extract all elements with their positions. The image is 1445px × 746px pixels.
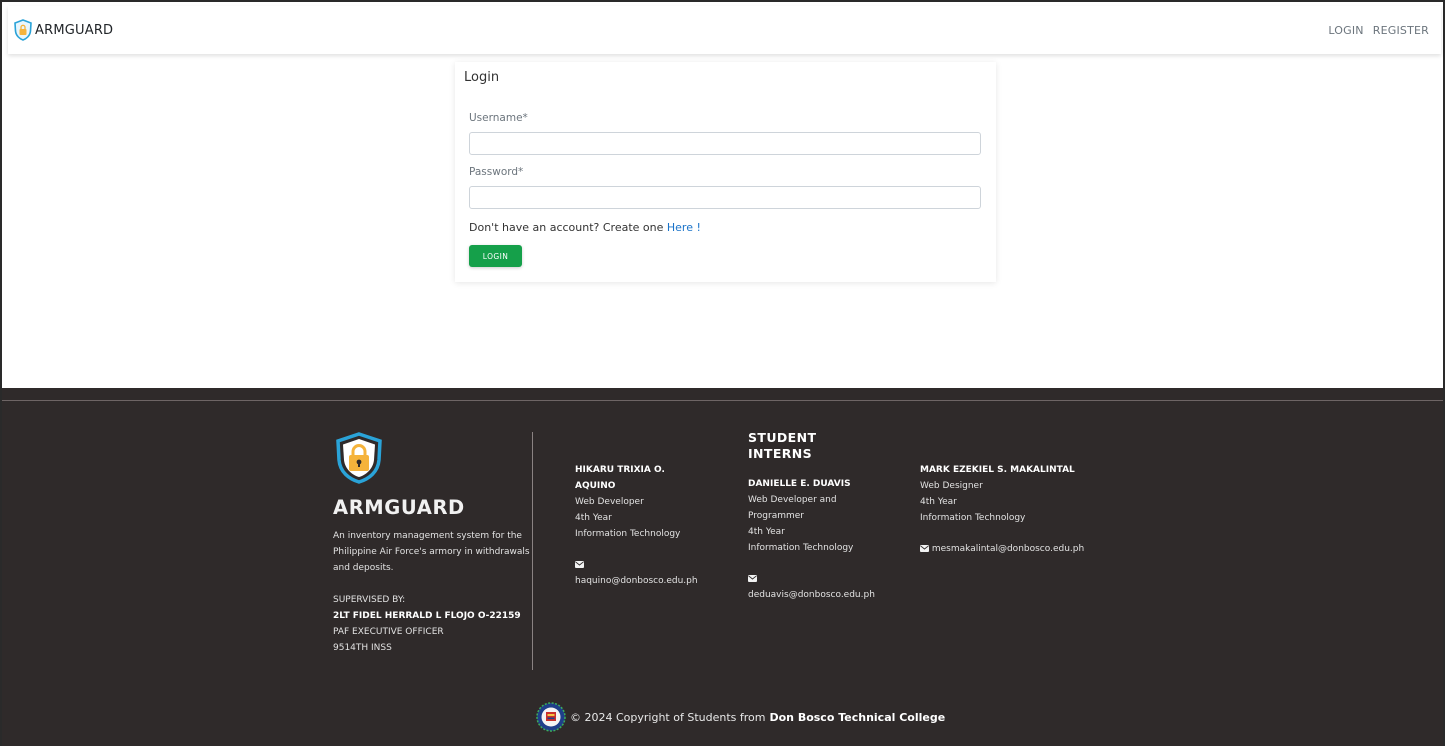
intern-role: Web Developer and Programmer — [748, 495, 837, 521]
footer-description: An inventory management system for the P… — [333, 531, 530, 573]
footer-about: ARMGUARD An inventory management system … — [333, 432, 533, 656]
intern-email-row — [575, 557, 685, 573]
signup-suffix: ! — [696, 221, 701, 234]
signup-prompt: Don't have an account? Create one Here ! — [469, 221, 701, 234]
shield-lock-icon — [336, 432, 382, 484]
intern-role: Web Developer — [575, 497, 644, 507]
intern-name: MARK EZEKIEL S. MAKALINTAL — [920, 465, 1075, 475]
envelope-icon — [920, 545, 929, 552]
username-input[interactable] — [469, 132, 981, 155]
college-name: Don Bosco Technical College — [769, 710, 946, 724]
footer-vertical-divider — [532, 432, 533, 670]
brand-link[interactable]: ARMGUARD — [13, 19, 113, 41]
login-card-title: Login — [464, 70, 500, 85]
intern-email-row — [748, 571, 868, 587]
copyright-text: © 2024 Copyright of Students from — [570, 710, 766, 724]
intern-email[interactable]: deduavis@donbosco.edu.ph — [748, 587, 875, 603]
footer-divider — [2, 400, 1443, 401]
intern-role: Web Designer — [920, 481, 983, 491]
intern-email[interactable]: mesmakalintal@donbosco.edu.ph — [932, 544, 1084, 554]
login-button[interactable]: LOGIN — [469, 245, 522, 267]
nav-register-link[interactable]: REGISTER — [1373, 24, 1429, 37]
supervised-label: SUPERVISED BY: — [333, 595, 406, 605]
supervisor-name: 2LT FIDEL HERRALD L FLOJO O-22159 — [333, 611, 521, 621]
intern-name: HIKARU TRIXIA O. AQUINO — [575, 465, 665, 491]
signup-prompt-text: Don't have an account? Create one — [469, 221, 664, 234]
intern-program: Information Technology — [920, 513, 1026, 523]
brand-name: ARMGUARD — [35, 22, 114, 38]
nav-login-link[interactable]: LOGIN — [1328, 24, 1363, 37]
intern-year: 4th Year — [920, 497, 957, 507]
intern-name: DANIELLE E. DUAVIS — [748, 479, 851, 489]
intern-card: HIKARU TRIXIA O. AQUINO Web Developer 4t… — [575, 462, 698, 589]
intern-program: Information Technology — [575, 529, 681, 539]
intern-card: MARK EZEKIEL S. MAKALINTAL Web Designer … — [920, 462, 1120, 557]
supervisor-block: SUPERVISED BY: 2LT FIDEL HERRALD L FLOJO… — [333, 592, 533, 656]
intern-card: STUDENT INTERNS DANIELLE E. DUAVIS Web D… — [748, 430, 875, 603]
site-footer: ARMGUARD An inventory management system … — [2, 388, 1443, 746]
envelope-icon — [748, 575, 757, 582]
intern-program: Information Technology — [748, 543, 854, 553]
login-card: Login Username* Password* Don't have an … — [455, 62, 996, 282]
envelope-icon — [575, 561, 584, 568]
copyright-bar: © 2024 Copyright of Students from Don Bo… — [536, 702, 945, 732]
student-interns-heading: STUDENT INTERNS — [748, 430, 817, 461]
top-navbar: ARMGUARD LOGIN REGISTER — [8, 6, 1441, 54]
intern-year: 4th Year — [575, 513, 612, 523]
nav-links: LOGIN REGISTER — [1319, 24, 1429, 37]
intern-year: 4th Year — [748, 527, 785, 537]
password-input[interactable] — [469, 186, 981, 209]
shield-lock-icon — [14, 19, 32, 41]
college-seal-icon — [536, 702, 566, 732]
username-label: Username* — [469, 112, 528, 124]
footer-brand: ARMGUARD — [333, 496, 465, 519]
intern-email[interactable]: haquino@donbosco.edu.ph — [575, 573, 698, 589]
supervisor-role: PAF EXECUTIVE OFFICER — [333, 627, 444, 637]
password-label: Password* — [469, 166, 524, 178]
intern-email-row: mesmakalintal@donbosco.edu.ph — [920, 541, 1120, 557]
signup-here-link[interactable]: Here — [667, 221, 693, 234]
supervisor-unit: 9514TH INSS — [333, 643, 392, 653]
